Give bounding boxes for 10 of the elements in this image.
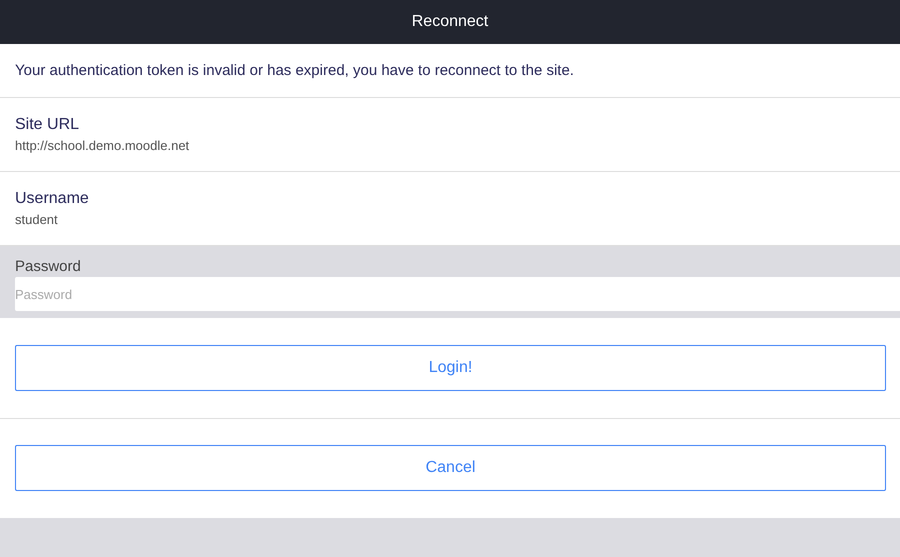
field-value: student xyxy=(15,212,59,227)
message-text: Your authentication token is invalid or has expired, you have to reconnect to the site. xyxy=(15,62,574,79)
action-button[interactable]: Login! xyxy=(15,345,886,391)
action-button[interactable]: Cancel xyxy=(15,445,886,491)
field-value: http://school.demo.moodle.net xyxy=(15,138,190,153)
screen-title: Reconnect xyxy=(412,13,488,31)
password-field[interactable]: Password xyxy=(15,277,900,311)
field-label: Site URL xyxy=(15,116,80,134)
password-label: Password xyxy=(15,258,82,275)
field-label: Username xyxy=(15,190,90,208)
